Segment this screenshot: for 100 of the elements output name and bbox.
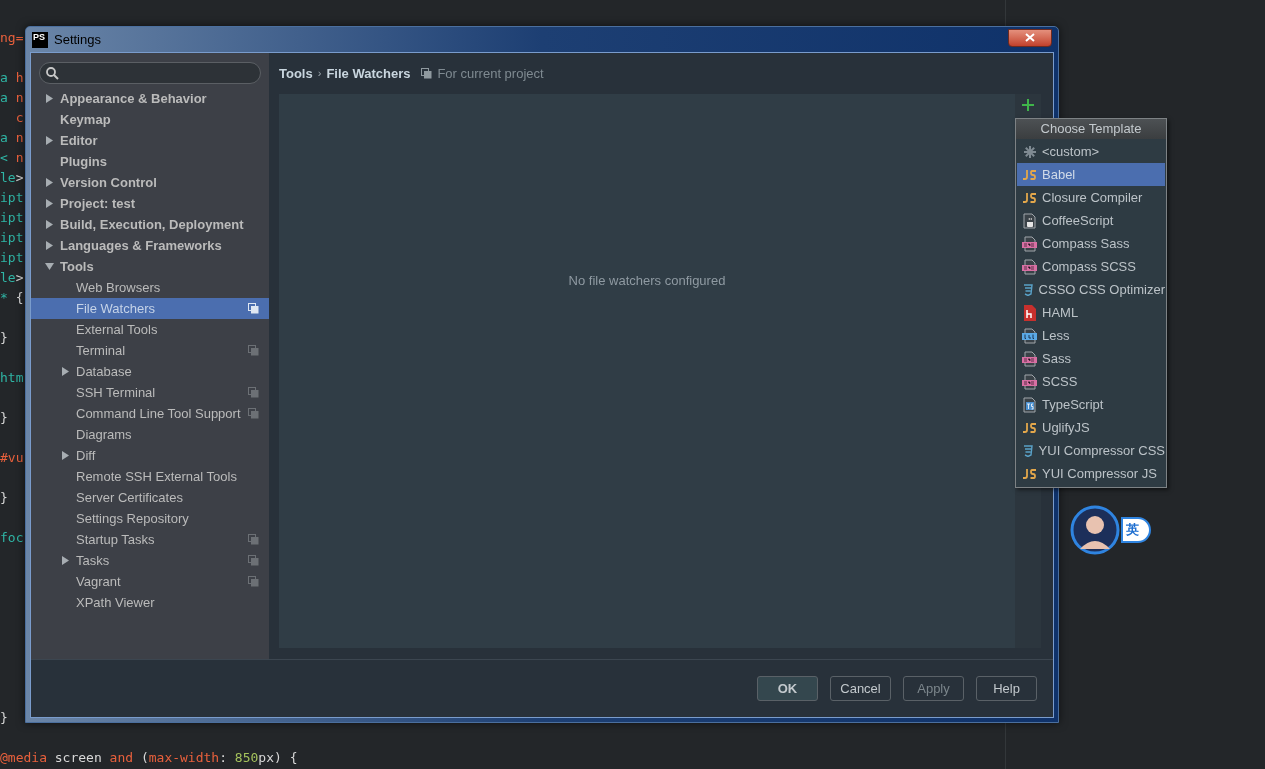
sass-file-icon bbox=[1022, 350, 1037, 367]
tree-item[interactable]: Database bbox=[31, 361, 269, 382]
tree-item[interactable]: Settings Repository bbox=[31, 508, 269, 529]
menu-item[interactable]: YUI Compressor JS bbox=[1017, 462, 1165, 485]
tree-item[interactable]: XPath Viewer bbox=[31, 592, 269, 613]
code-line: ipt bbox=[0, 209, 24, 227]
close-icon bbox=[1025, 33, 1035, 42]
input-method-pill[interactable]: 英 bbox=[1121, 517, 1151, 543]
caret-right-icon[interactable] bbox=[45, 199, 54, 208]
tree-item[interactable]: Keymap bbox=[31, 109, 269, 130]
copy-icon bbox=[248, 345, 259, 356]
code-line: @media screen and (max-width: 850px) { bbox=[0, 749, 298, 767]
breadcrumb-link[interactable]: Tools bbox=[279, 63, 313, 84]
tree-item[interactable]: Command Line Tool Support bbox=[31, 403, 269, 424]
tree-item[interactable]: Build, Execution, Deployment bbox=[31, 214, 269, 235]
menu-item[interactable]: Closure Compiler bbox=[1017, 186, 1165, 209]
tree-item[interactable]: Server Certificates bbox=[31, 487, 269, 508]
code-line: < n bbox=[0, 149, 24, 167]
add-button[interactable] bbox=[1019, 96, 1037, 114]
copy-icon bbox=[248, 576, 259, 587]
tree-item[interactable]: Diff bbox=[31, 445, 269, 466]
less-file-icon bbox=[1022, 327, 1037, 344]
window-title: Settings bbox=[54, 30, 101, 49]
code-line: } bbox=[0, 709, 8, 727]
code-line: c bbox=[14, 109, 24, 127]
tree-item[interactable]: Remote SSH External Tools bbox=[31, 466, 269, 487]
menu-item[interactable]: SCSS bbox=[1017, 370, 1165, 393]
menu-item[interactable]: CoffeeScript bbox=[1017, 209, 1165, 232]
css-icon bbox=[1022, 444, 1033, 457]
tree-item[interactable]: Tasks bbox=[31, 550, 269, 571]
tree-item[interactable]: Editor bbox=[31, 130, 269, 151]
js-icon bbox=[1022, 422, 1037, 433]
copy-icon bbox=[248, 408, 259, 419]
tree-item[interactable]: Languages & Frameworks bbox=[31, 235, 269, 256]
coffee-file-icon bbox=[1022, 212, 1037, 229]
tree-item[interactable]: Vagrant bbox=[31, 571, 269, 592]
code-line: htm bbox=[0, 369, 24, 387]
breadcrumb-current: File Watchers bbox=[326, 64, 411, 83]
caret-right-icon[interactable] bbox=[61, 367, 70, 376]
tree-item[interactable]: Diagrams bbox=[31, 424, 269, 445]
menu-item[interactable]: Babel bbox=[1017, 163, 1165, 186]
code-line: ipt bbox=[0, 189, 24, 207]
menu-item[interactable]: <custom> bbox=[1017, 140, 1165, 163]
menu-item[interactable]: TypeScript bbox=[1017, 393, 1165, 416]
code-line: a n bbox=[0, 89, 24, 107]
tree-item[interactable]: Web Browsers bbox=[31, 277, 269, 298]
tree-item[interactable]: File Watchers bbox=[31, 298, 269, 319]
caret-right-icon[interactable] bbox=[45, 241, 54, 250]
code-line: ng= bbox=[0, 29, 24, 47]
copy-icon bbox=[248, 555, 259, 566]
sass-file-icon bbox=[1022, 373, 1037, 390]
menu-item[interactable]: CSSO CSS Optimizer bbox=[1017, 278, 1165, 301]
code-line: le> bbox=[0, 169, 24, 187]
menu-item[interactable]: Compass Sass bbox=[1017, 232, 1165, 255]
dialog-button[interactable]: Help bbox=[976, 676, 1037, 701]
tree-item[interactable]: Tools bbox=[31, 256, 269, 277]
copy-icon bbox=[248, 303, 259, 314]
search-field[interactable] bbox=[39, 62, 261, 84]
code-line: ipt bbox=[0, 249, 24, 267]
menu-item[interactable]: Less bbox=[1017, 324, 1165, 347]
code-line: foc bbox=[0, 529, 24, 547]
tree-item[interactable]: External Tools bbox=[31, 319, 269, 340]
plus-icon bbox=[1022, 99, 1034, 111]
dialog-button[interactable]: OK bbox=[757, 676, 818, 701]
code-line: * { bbox=[0, 289, 24, 307]
tree-item[interactable]: Plugins bbox=[31, 151, 269, 172]
code-line: a n bbox=[0, 129, 24, 147]
code-line: #vu bbox=[0, 449, 24, 467]
menu-item[interactable]: HAML bbox=[1017, 301, 1165, 324]
tree-item[interactable]: Project: test bbox=[31, 193, 269, 214]
tree-item[interactable]: SSH Terminal bbox=[31, 382, 269, 403]
asterisk-icon bbox=[1023, 145, 1036, 158]
code-line: } bbox=[0, 409, 8, 427]
copy-icon bbox=[248, 387, 259, 398]
dialog-button[interactable]: Cancel bbox=[830, 676, 891, 701]
tree-item[interactable]: Version Control bbox=[31, 172, 269, 193]
menu-item[interactable]: Compass SCSS bbox=[1017, 255, 1165, 278]
caret-down-icon[interactable] bbox=[45, 262, 54, 271]
caret-right-icon[interactable] bbox=[45, 178, 54, 187]
avatar-icon[interactable] bbox=[1070, 505, 1120, 555]
code-line: a h bbox=[0, 69, 24, 87]
menu-item[interactable]: Sass bbox=[1017, 347, 1165, 370]
tree-item[interactable]: Appearance & Behavior bbox=[31, 88, 269, 109]
menu-item[interactable]: YUI Compressor CSS bbox=[1017, 439, 1165, 462]
caret-right-icon[interactable] bbox=[45, 136, 54, 145]
caret-right-icon[interactable] bbox=[45, 94, 54, 103]
code-line: ipt bbox=[0, 229, 24, 247]
menu-title: Choose Template bbox=[1016, 119, 1166, 139]
caret-right-icon[interactable] bbox=[45, 220, 54, 229]
js-icon bbox=[1022, 468, 1037, 479]
tree-item[interactable]: Terminal bbox=[31, 340, 269, 361]
close-button[interactable] bbox=[1008, 28, 1052, 47]
caret-right-icon[interactable] bbox=[61, 451, 70, 460]
menu-item[interactable]: UglifyJS bbox=[1017, 416, 1165, 439]
caret-right-icon[interactable] bbox=[61, 556, 70, 565]
js-icon bbox=[1022, 192, 1037, 203]
copy-icon bbox=[248, 534, 259, 545]
tree-item[interactable]: Startup Tasks bbox=[31, 529, 269, 550]
js-icon bbox=[1022, 169, 1037, 180]
code-line: } bbox=[0, 489, 8, 507]
